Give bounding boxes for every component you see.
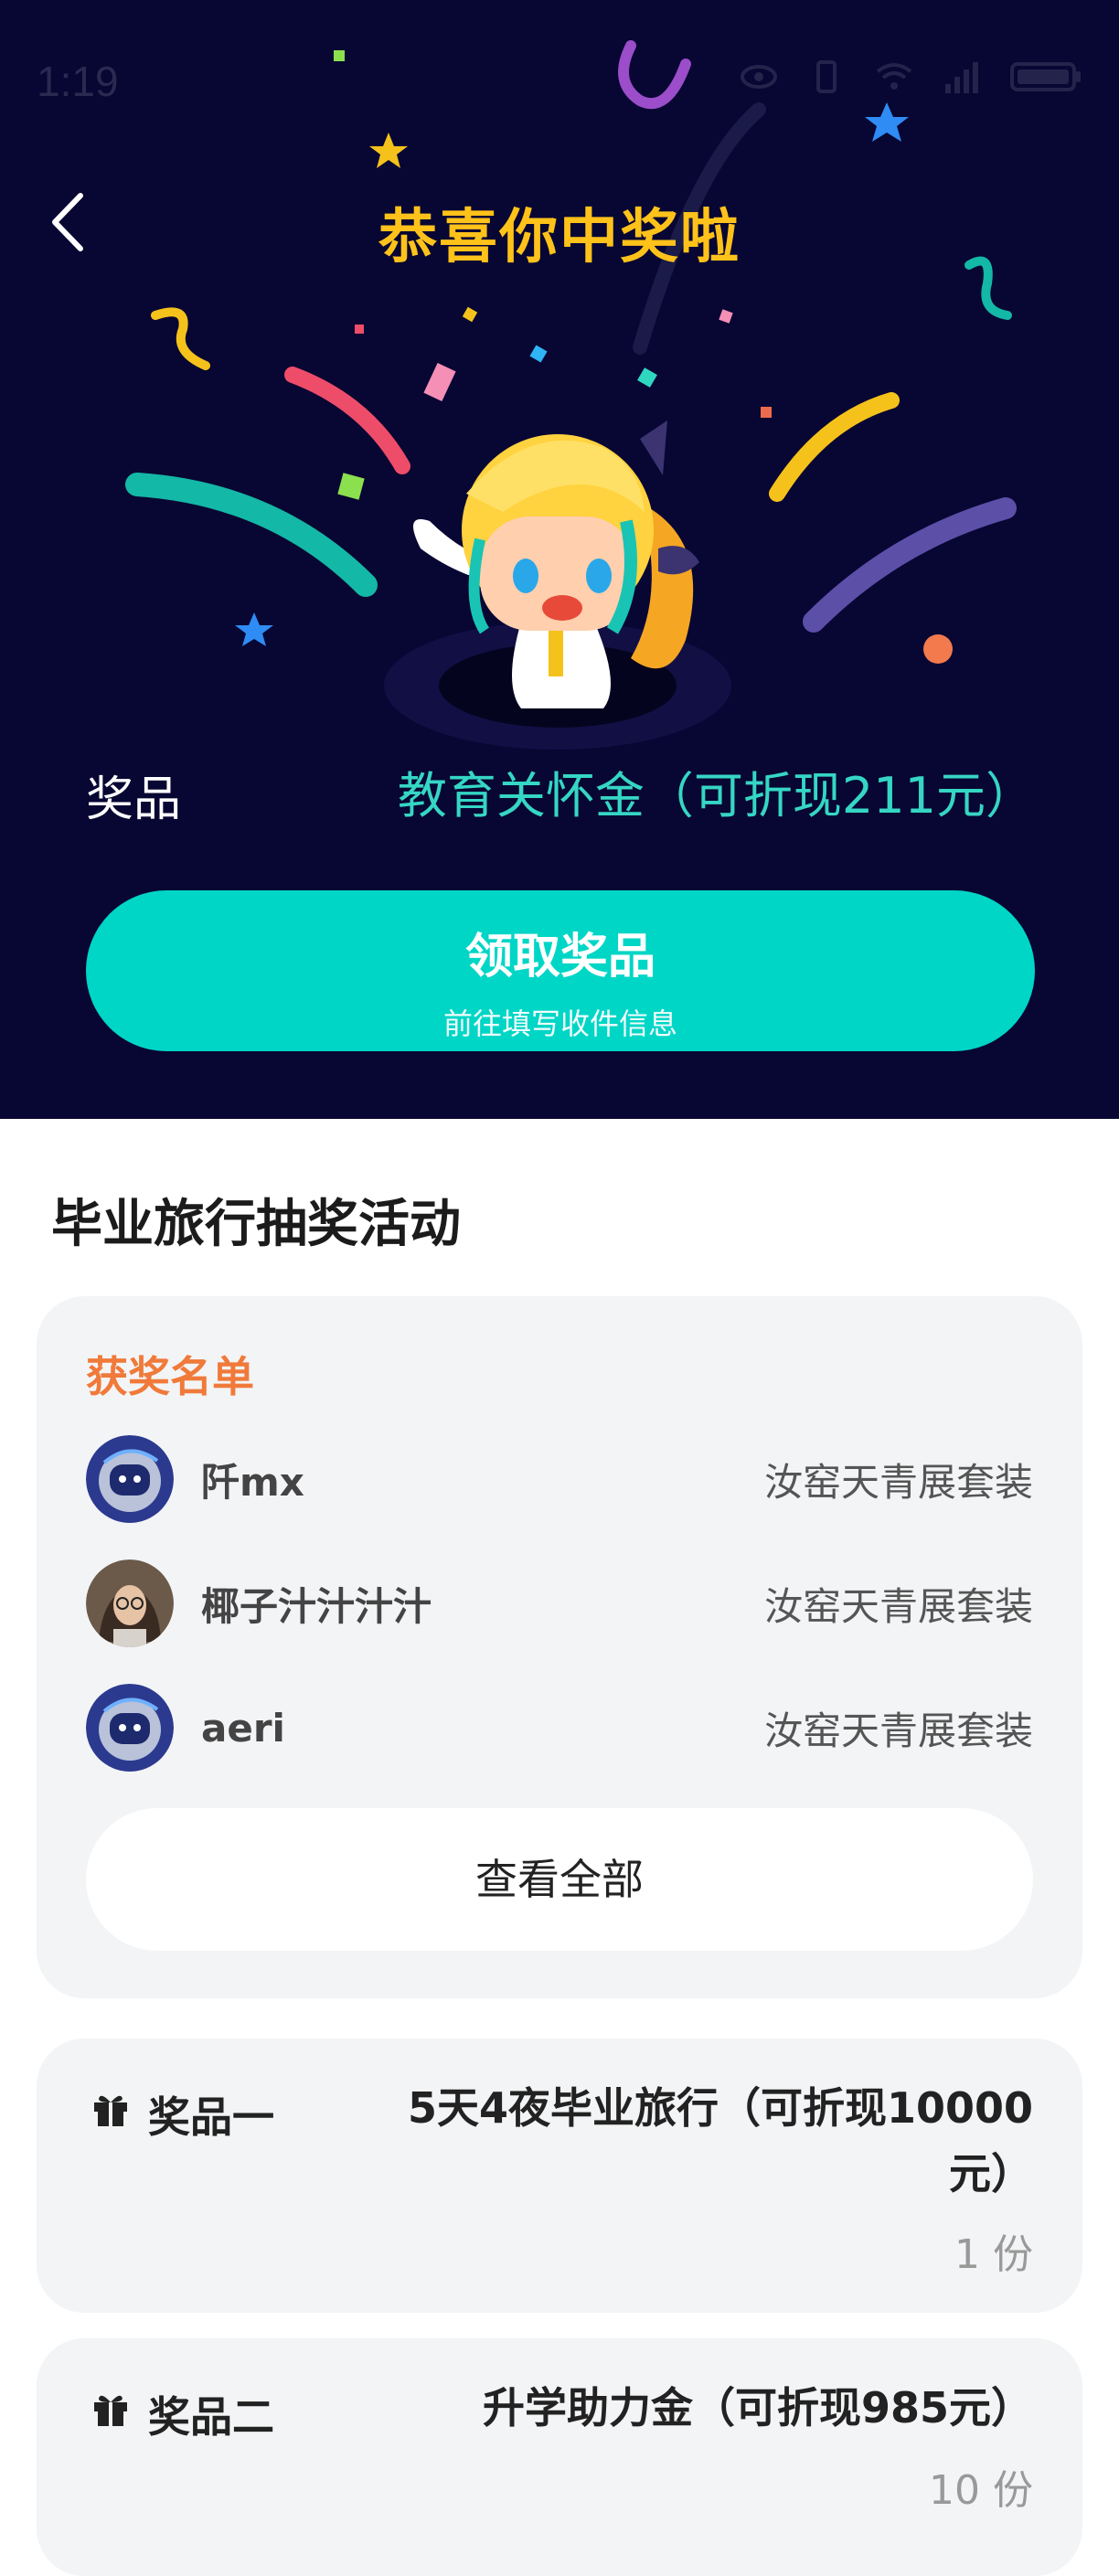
prize-card: 奖品一 5天4夜毕业旅行（可折现10000 元） 1 份 xyxy=(37,2038,1082,2313)
winner-prize: 汝窑天青展套装 xyxy=(763,1708,1033,1753)
view-all-button[interactable]: 查看全部 xyxy=(86,1808,1033,1951)
prize-name: 升学助力金（可折现985元） xyxy=(483,2375,1033,2441)
winner-name: 椰子汁汁汁汁 xyxy=(201,1583,432,1629)
page-title: 恭喜你中奖啦 xyxy=(378,204,741,271)
robot-avatar xyxy=(86,1435,174,1523)
prize-name: 5天4夜毕业旅行（可折现10000 元） xyxy=(408,2075,1033,2207)
winners-card: 获奖名单 阡mx 汝窑天青展套装 椰子汁汁汁汁 汝窑天青展套装 aeri 汝窑天… xyxy=(37,1296,1082,1998)
winner-prize: 汝窑天青展套装 xyxy=(763,1459,1033,1505)
prize-quantity: 1 份 xyxy=(954,2231,1033,2278)
prize-label: 奖品二 xyxy=(148,2392,274,2442)
prize-quantity: 10 份 xyxy=(929,2467,1033,2514)
winner-name: 阡mx xyxy=(201,1459,304,1505)
activity-title: 毕业旅行抽奖活动 xyxy=(51,1195,461,1254)
prize-label: 奖品一 xyxy=(148,2092,274,2142)
winner-prize: 汝窑天青展套装 xyxy=(763,1583,1033,1629)
mascot-illustration xyxy=(384,420,731,750)
winner-row: 椰子汁汁汁汁 汝窑天青展套装 xyxy=(86,1559,1033,1647)
gift-icon xyxy=(94,2095,127,2126)
claim-button-label: 领取奖品 xyxy=(464,930,655,985)
prize-name-line: 升学助力金（可折现985元） xyxy=(482,2383,1033,2432)
prize-name-line: 元） xyxy=(949,2149,1033,2198)
claim-button-sublabel: 前往填写收件信息 xyxy=(442,1006,677,1041)
winner-row: 阡mx 汝窑天青展套装 xyxy=(86,1435,1033,1523)
claim-prize-button[interactable]: 领取奖品 前往填写收件信息 xyxy=(86,890,1035,1051)
prize-card: 奖品二 升学助力金（可折现985元） 10 份 xyxy=(37,2338,1082,2576)
prize-name-line: 5天4夜毕业旅行（可折现10000 xyxy=(407,2083,1033,2133)
photo-avatar xyxy=(86,1559,174,1647)
hero-banner: 1:19 恭喜你中奖啦 奖品 教育关怀金（可折现211元） 领取奖品 前往填写收… xyxy=(0,0,1119,1119)
robot-avatar xyxy=(86,1684,174,1772)
winners-heading: 获奖名单 xyxy=(86,1352,254,1401)
prize-label: 奖品 xyxy=(86,772,182,827)
winner-row: aeri 汝窑天青展套装 xyxy=(86,1684,1033,1772)
prize-value: 教育关怀金（可折现211元） xyxy=(397,767,1035,825)
gift-icon xyxy=(94,2395,127,2426)
winner-name: aeri xyxy=(201,1705,285,1751)
